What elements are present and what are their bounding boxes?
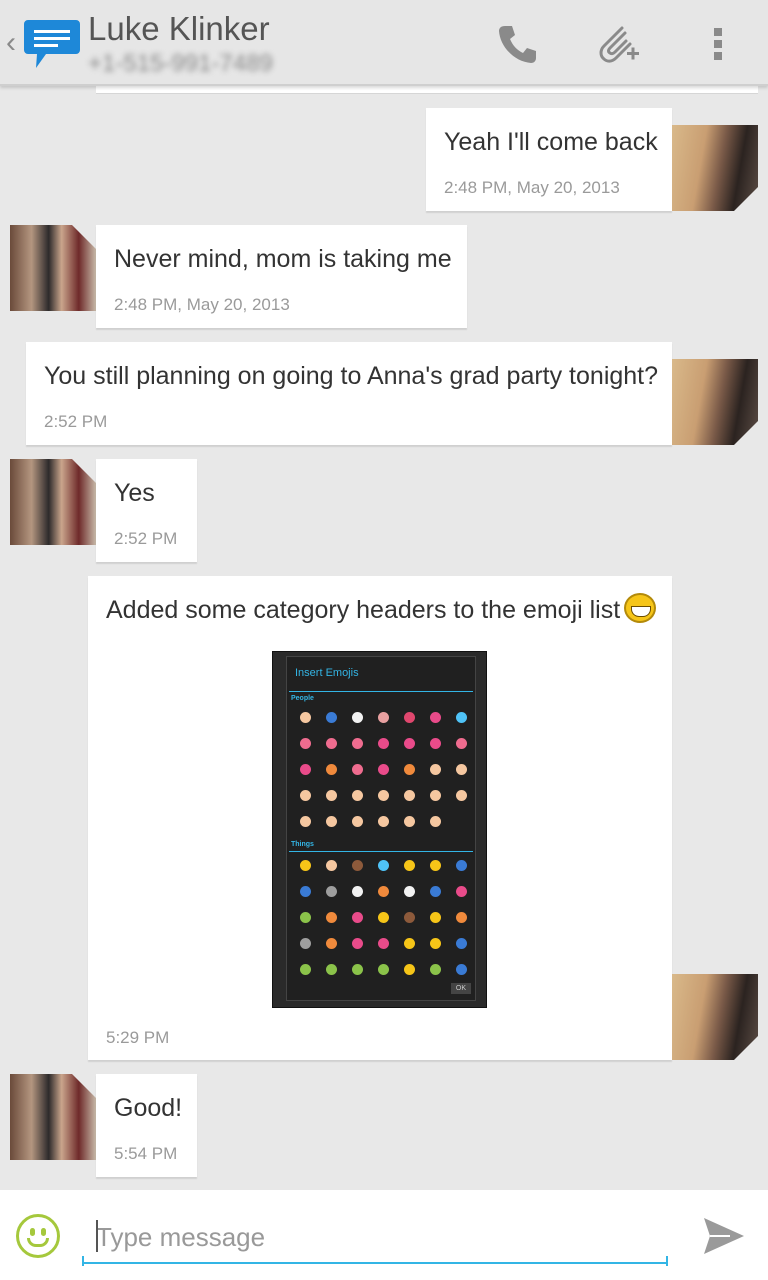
message-text: Good! [114, 1094, 183, 1122]
avatar-contact[interactable] [10, 459, 96, 545]
contact-number: +1-515-991-7489 [88, 50, 273, 77]
text-caret [96, 1220, 98, 1252]
message-text: Never mind, mom is taking me [114, 245, 452, 273]
message-text-row: Added some category headers to the emoji… [106, 593, 657, 626]
message-bubble[interactable]: Yeah I'll come back 2:48 PM, May 20, 201… [426, 108, 672, 211]
chevron-left-icon[interactable]: ‹ [6, 28, 16, 58]
message-timestamp: 5:29 PM [106, 1028, 170, 1047]
send-button[interactable] [700, 1214, 748, 1258]
message-timestamp: 2:48 PM, May 20, 2013 [444, 178, 620, 197]
message-text: Yes [114, 479, 155, 507]
image-attachment[interactable]: Insert Emojis People Things OK [272, 651, 487, 1008]
emoji-grid-things [293, 853, 475, 983]
message-bubble[interactable]: Added some category headers to the emoji… [88, 576, 672, 1060]
message-timestamp: 2:52 PM [114, 529, 178, 548]
category-header: Things [291, 841, 314, 848]
message-timestamp: 2:52 PM [44, 412, 108, 431]
ok-button: OK [450, 983, 471, 994]
message-text: Added some category headers to the emoji… [106, 596, 621, 624]
message-text: You still planning on going to Anna's gr… [44, 362, 659, 390]
chat-bubble-icon[interactable] [24, 14, 80, 75]
overflow-menu-button[interactable] [688, 14, 748, 74]
avatar-self[interactable] [672, 974, 758, 1060]
composer-bar [0, 1190, 768, 1280]
message-input[interactable] [82, 1212, 668, 1264]
avatar-self[interactable] [672, 359, 758, 445]
smiley-icon[interactable] [16, 1214, 60, 1258]
send-icon [704, 1218, 744, 1254]
avatar-contact[interactable] [10, 1074, 96, 1160]
call-button[interactable] [488, 14, 548, 74]
message-bubble[interactable]: Yes 2:52 PM [96, 459, 197, 562]
avatar-self[interactable] [672, 125, 758, 211]
previous-message-edge [96, 86, 758, 94]
message-bubble[interactable]: Never mind, mom is taking me 2:48 PM, Ma… [96, 225, 467, 328]
grinning-emoji-icon [624, 593, 657, 624]
phone-icon [499, 26, 536, 63]
message-timestamp: 5:54 PM [114, 1144, 178, 1163]
avatar-contact[interactable] [10, 225, 96, 311]
emoji-grid-people [293, 705, 475, 835]
dialog-title: Insert Emojis [295, 667, 359, 679]
message-timestamp: 2:48 PM, May 20, 2013 [114, 295, 290, 314]
category-header: People [291, 695, 314, 702]
emoji-dialog-preview: Insert Emojis People Things OK [286, 656, 476, 1001]
action-bar: ‹ Luke Klinker +1-515-991-7489 [0, 0, 768, 86]
message-bubble[interactable]: Good! 5:54 PM [96, 1074, 197, 1177]
message-text: Yeah I'll come back [444, 128, 658, 156]
message-bubble[interactable]: You still planning on going to Anna's gr… [26, 342, 672, 445]
paperclip-add-icon [599, 26, 639, 63]
attach-button[interactable] [586, 14, 646, 74]
overflow-menu-icon [714, 28, 722, 60]
contact-name: Luke Klinker [88, 10, 270, 47]
